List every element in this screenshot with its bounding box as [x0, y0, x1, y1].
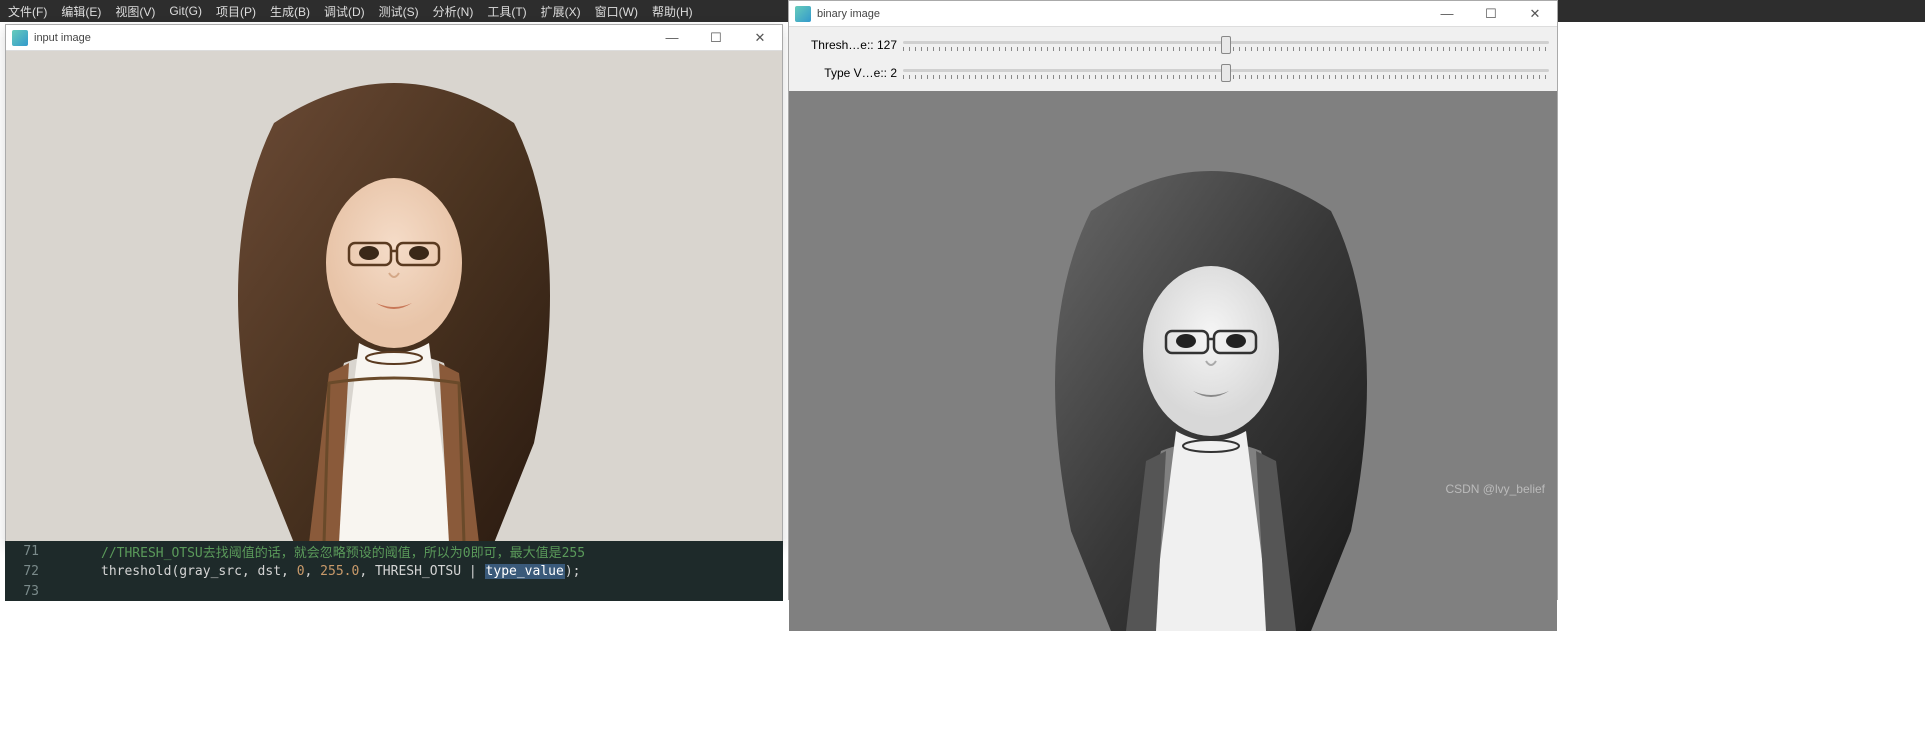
threshold-trackbar: Thresh…e:: 127 [797, 31, 1549, 59]
type-slider[interactable] [903, 64, 1549, 82]
app-icon [12, 30, 28, 46]
slider-thumb[interactable] [1221, 36, 1231, 54]
input-image-canvas [6, 51, 782, 543]
menu-view[interactable]: 视图(V) [115, 3, 155, 20]
input-image-window: input image — ☐ ✕ [5, 24, 783, 544]
line-number: 72 [5, 564, 45, 579]
menu-tools[interactable]: 工具(T) [487, 3, 526, 20]
menu-git[interactable]: Git(G) [169, 4, 202, 18]
binary-image-window: binary image — ☐ ✕ Thresh…e:: 127 Type V… [788, 0, 1558, 600]
code-editor[interactable]: 71 //THRESH_OTSU去找阈值的话，就会忽略预设的阈值，所以为0即可，… [5, 541, 783, 601]
watermark: CSDN @lvy_belief [1445, 482, 1545, 496]
minimize-button[interactable]: — [650, 25, 694, 51]
portrait-color [194, 63, 594, 543]
portrait-gray [1011, 151, 1411, 631]
code-line: 73 [5, 581, 783, 601]
titlebar[interactable]: input image — ☐ ✕ [6, 25, 782, 51]
line-number: 73 [5, 584, 45, 599]
trackbar-panel: Thresh…e:: 127 Type V…e:: 2 [789, 27, 1557, 91]
titlebar[interactable]: binary image — ☐ ✕ [789, 1, 1557, 27]
menu-build[interactable]: 生成(B) [270, 3, 310, 20]
close-button[interactable]: ✕ [1513, 1, 1557, 27]
menu-debug[interactable]: 调试(D) [324, 3, 365, 20]
menu-edit[interactable]: 编辑(E) [61, 3, 101, 20]
menu-window[interactable]: 窗口(W) [595, 3, 638, 20]
app-icon [795, 6, 811, 22]
menu-help[interactable]: 帮助(H) [652, 3, 693, 20]
code-line: 72 threshold(gray_src, dst, 0, 255.0, TH… [5, 561, 783, 581]
menu-file[interactable]: 文件(F) [8, 3, 47, 20]
minimize-button[interactable]: — [1425, 1, 1469, 27]
selected-text: type_value [485, 564, 565, 579]
window-title: binary image [817, 8, 1425, 20]
trackbar-label: Type V…e:: 2 [797, 66, 897, 80]
maximize-button[interactable]: ☐ [1469, 1, 1513, 27]
threshold-slider[interactable] [903, 36, 1549, 54]
menu-project[interactable]: 项目(P) [216, 3, 256, 20]
menu-test[interactable]: 测试(S) [379, 3, 419, 20]
window-title: input image [34, 32, 650, 44]
close-button[interactable]: ✕ [738, 25, 782, 51]
code-text[interactable]: threshold(gray_src, dst, 0, 255.0, THRES… [61, 564, 580, 579]
menu-analyze[interactable]: 分析(N) [433, 3, 474, 20]
code-comment: //THRESH_OTSU去找阈值的话，就会忽略预设的阈值，所以为0即可，最大值… [101, 546, 585, 561]
type-trackbar: Type V…e:: 2 [797, 59, 1549, 87]
code-line: 71 //THRESH_OTSU去找阈值的话，就会忽略预设的阈值，所以为0即可，… [5, 541, 783, 561]
line-number: 71 [5, 544, 45, 559]
slider-thumb[interactable] [1221, 64, 1231, 82]
maximize-button[interactable]: ☐ [694, 25, 738, 51]
menu-extensions[interactable]: 扩展(X) [541, 3, 581, 20]
trackbar-label: Thresh…e:: 127 [797, 38, 897, 52]
binary-image-canvas: CSDN @lvy_belief [789, 91, 1557, 631]
